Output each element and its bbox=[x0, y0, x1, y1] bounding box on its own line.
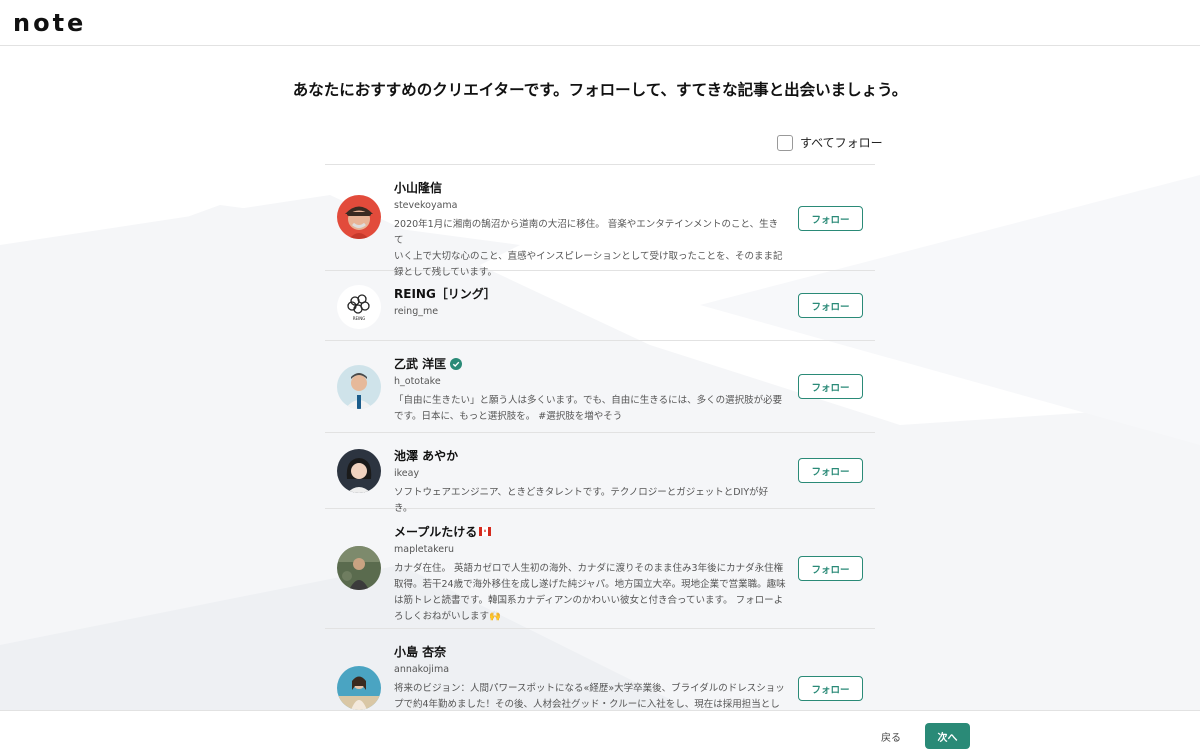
creator-id: annakojima bbox=[394, 664, 450, 675]
creator-name-wrap[interactable]: 乙武 洋匡 bbox=[394, 355, 786, 372]
avatar-man-hat-icon bbox=[337, 195, 381, 239]
bio-line: ろしくおねがいします🙌 bbox=[394, 611, 501, 622]
note-logo[interactable]: note bbox=[13, 9, 86, 37]
list-item: 乙武 洋匡 h_ototake 「自由に生きたい」と願う人は多くいます。でも、自… bbox=[325, 341, 875, 433]
list-item: REING REING［リング］ reing_me フォロー bbox=[325, 271, 875, 341]
creator-id: mapletakeru bbox=[394, 544, 455, 555]
follow-button[interactable]: フォロー bbox=[798, 293, 863, 318]
canada-flag-icon bbox=[479, 527, 492, 536]
follow-button[interactable]: フォロー bbox=[798, 676, 863, 701]
avatar[interactable] bbox=[337, 546, 381, 590]
bio-line: 将来のビジョン：人間パワースポットになる«経歴»大学卒業後、ブライダルのドレスシ… bbox=[394, 683, 785, 694]
creator-list: 小山隆信 stevekoyama 2020年1月に湘南の鵠沼から道南の大沼に移住… bbox=[325, 164, 875, 710]
follow-all-toggle[interactable]: すべてフォロー bbox=[777, 134, 883, 151]
avatar[interactable]: REING bbox=[337, 285, 381, 329]
bio-line: 取得。若干24歳で海外移住を成し遂げた純ジャパ。地方国立大卒。現地企業で営業職。… bbox=[394, 579, 786, 590]
avatar[interactable] bbox=[337, 195, 381, 239]
next-button[interactable]: 次へ bbox=[925, 723, 970, 749]
reing-logo-text: REING bbox=[353, 316, 366, 321]
back-button[interactable]: 戻る bbox=[871, 724, 911, 748]
list-item: 小山隆信 stevekoyama 2020年1月に湘南の鵠沼から道南の大沼に移住… bbox=[325, 165, 875, 278]
bio-line: 「自由に生きたい」と願う人は多くいます。でも、自由に生きるには、多くの選択肢が必… bbox=[394, 395, 783, 406]
bio-line: カナダ在住。 英語カゼロで人生初の海外、カナダに渡りそのまま住み3年後にカナダ永… bbox=[394, 563, 784, 574]
list-item: 小島 杏奈 annakojima 将来のビジョン：人間パワースポットになる«経歴… bbox=[325, 629, 875, 710]
bio-line: いく上で大切な心のこと、直感やインスピレーションとして受け取ったことを、そのまま… bbox=[394, 251, 783, 262]
creator-name[interactable]: 池澤 あやか bbox=[394, 447, 786, 464]
follow-button[interactable]: フォロー bbox=[798, 206, 863, 231]
avatar[interactable] bbox=[337, 449, 381, 493]
creator-bio: 将来のビジョン：人間パワースポットになる«経歴»大学卒業後、ブライダルのドレスシ… bbox=[394, 681, 786, 710]
creator-id: h_ototake bbox=[394, 376, 441, 387]
creator-name[interactable]: REING［リング］ bbox=[394, 285, 786, 302]
avatar[interactable] bbox=[337, 365, 381, 409]
creator-bio: カナダ在住。 英語カゼロで人生初の海外、カナダに渡りそのまま住み3年後にカナダ永… bbox=[394, 561, 786, 625]
follow-all-label: すべてフォロー bbox=[800, 136, 883, 150]
creator-id: reing_me bbox=[394, 306, 439, 317]
follow-button[interactable]: フォロー bbox=[798, 374, 863, 399]
avatar-woman-beach-icon bbox=[337, 666, 381, 710]
follow-button[interactable]: フォロー bbox=[798, 458, 863, 483]
verified-badge-icon bbox=[450, 357, 463, 370]
creator-name-wrap[interactable]: メープルたける bbox=[394, 523, 786, 540]
top-header: note bbox=[0, 0, 1200, 46]
creator-id: ikeay bbox=[394, 468, 420, 479]
avatar[interactable] bbox=[337, 666, 381, 710]
bio-line: プで約4年勤めました！その後、人材会社グッド・クルーに入社をし、現在は採用担当と… bbox=[394, 699, 780, 710]
bio-line: は筋トレと読書です。韓国系カナディアンのかわいい彼女と付き合っています。 フォロ… bbox=[394, 595, 784, 606]
list-item: メープルたける mapletakeru カナダ在住。 英語カゼロで人生初の海外、… bbox=[325, 509, 875, 629]
bio-line: 2020年1月に湘南の鵠沼から道南の大沼に移住。 音楽やエンタテインメントのこと… bbox=[394, 219, 779, 246]
creator-name[interactable]: 小島 杏奈 bbox=[394, 643, 786, 660]
follow-button[interactable]: フォロー bbox=[798, 556, 863, 581]
avatar-man-suit-icon bbox=[337, 365, 381, 409]
avatar-woman-icon bbox=[337, 449, 381, 493]
creator-name[interactable]: 乙武 洋匡 bbox=[394, 355, 446, 372]
list-item: 池澤 あやか ikeay ソフトウェアエンジニア、ときどきタレントです。テクノロ… bbox=[325, 433, 875, 514]
reing-logo-icon: REING bbox=[337, 285, 381, 329]
bio-line: です。日本に、もっと選択肢を。 #選択肢を増やそう bbox=[394, 411, 623, 422]
creator-bio: 「自由に生きたい」と願う人は多くいます。でも、自由に生きるには、多くの選択肢が必… bbox=[394, 393, 786, 425]
creator-name[interactable]: メープルたける bbox=[394, 523, 477, 540]
creator-name[interactable]: 小山隆信 bbox=[394, 179, 786, 196]
footer-bar: 戻る 次へ bbox=[0, 710, 1200, 754]
creator-id: stevekoyama bbox=[394, 200, 458, 211]
page-title: あなたにおすすめのクリエイターです。フォローして、すてきな記事と出会いましょう。 bbox=[292, 81, 908, 99]
follow-all-checkbox[interactable] bbox=[777, 134, 793, 151]
avatar-outdoor-icon bbox=[337, 546, 381, 590]
